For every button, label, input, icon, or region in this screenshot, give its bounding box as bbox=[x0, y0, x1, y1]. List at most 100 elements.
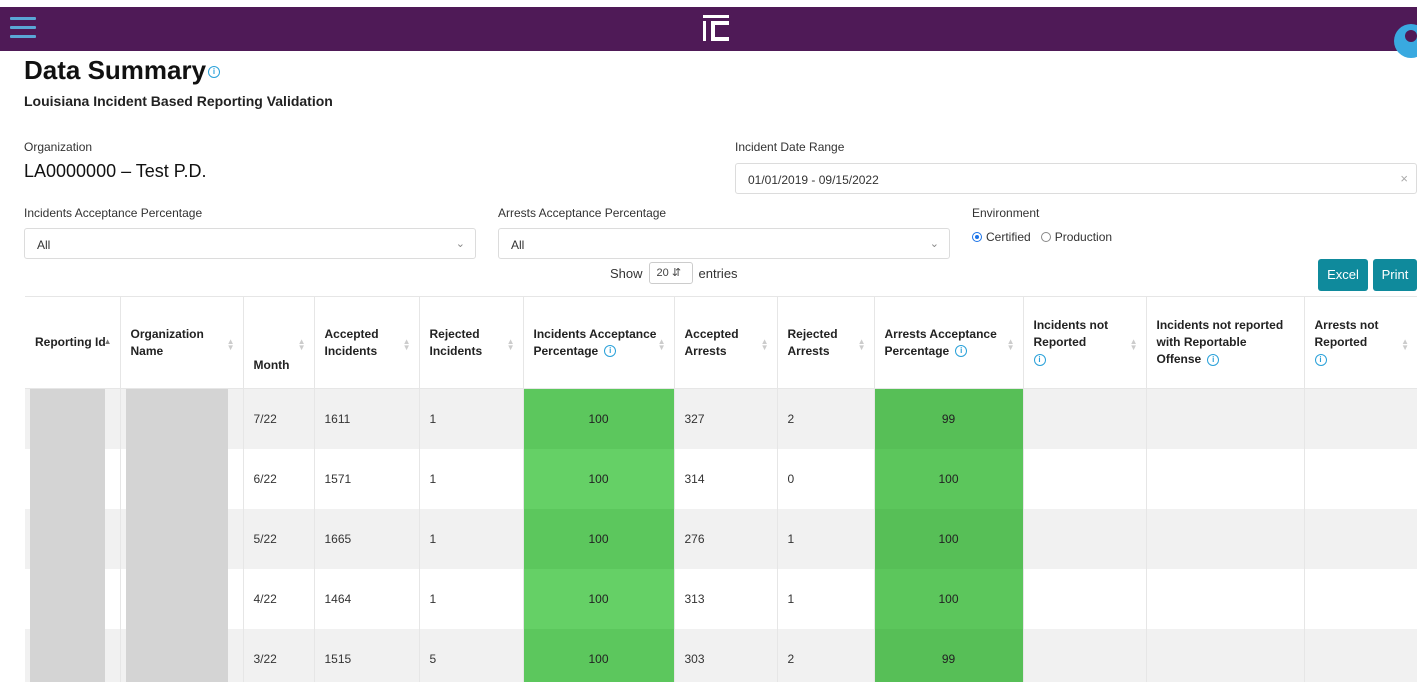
page-title: Data Summary bbox=[24, 55, 207, 85]
cell-rejected-arrests: 1 bbox=[776, 568, 874, 629]
header-month[interactable]: Month ▲ ▼ bbox=[242, 296, 314, 389]
redacted-block bbox=[30, 389, 105, 449]
cell-accepted-incidents: 1464 bbox=[313, 568, 419, 629]
clear-icon[interactable]: × bbox=[1400, 171, 1408, 186]
cell-incidents-pct: 100 bbox=[522, 388, 674, 449]
cell-rejected-incidents: 1 bbox=[418, 388, 523, 449]
header-label: Accepted Arrests bbox=[684, 326, 739, 358]
cell-accepted-arrests: 314 bbox=[673, 448, 777, 509]
cell-arrests-not-reported bbox=[1303, 448, 1417, 509]
sort-icon: ▲ ▼ bbox=[760, 337, 769, 352]
header-arrests-acceptance-pct[interactable]: Arrests Acceptance Percentage i ▲ ▼ bbox=[873, 296, 1023, 389]
entries-label: entries bbox=[698, 265, 738, 281]
header-accepted-incidents[interactable]: Accepted Incidents ▲ ▼ bbox=[313, 296, 419, 389]
cell-arrests-pct: 99 bbox=[873, 388, 1023, 449]
table-row: 3/22 1515 5 100 303 2 99 bbox=[25, 628, 1417, 682]
redacted-block bbox=[125, 568, 228, 629]
header-rejected-arrests[interactable]: Rejected Arrests ▲ ▼ bbox=[776, 296, 874, 389]
cell-incidents-not-reported bbox=[1022, 628, 1146, 682]
organization-name-cell bbox=[119, 508, 243, 569]
header-label: Arrests not Reported bbox=[1314, 318, 1379, 349]
page-subtitle: Louisiana Incident Based Reporting Valid… bbox=[24, 93, 333, 109]
redacted-block bbox=[30, 448, 105, 509]
user-avatar-icon[interactable] bbox=[1394, 24, 1417, 58]
cell-incidents-pct: 100 bbox=[522, 568, 674, 629]
redacted-block bbox=[125, 508, 228, 569]
ic-logo-icon[interactable] bbox=[701, 11, 731, 45]
header-reporting-id[interactable]: Reporting Id ▲ bbox=[25, 296, 120, 389]
cell-arrests-pct: 99 bbox=[873, 628, 1023, 682]
header-incidents-not-reported-offense[interactable]: Incidents not reported with Reportable O… bbox=[1145, 296, 1304, 389]
date-range-input[interactable]: 01/01/2019 - 09/15/2022 × bbox=[735, 163, 1417, 194]
info-icon[interactable]: i bbox=[1207, 353, 1220, 366]
cell-accepted-arrests: 327 bbox=[673, 388, 777, 449]
sort-icon: ▲ ▼ bbox=[1129, 337, 1138, 352]
arrests-pct-value: All bbox=[511, 238, 525, 252]
cell-rejected-incidents: 1 bbox=[418, 568, 523, 629]
table-row: 6/22 1571 1 100 314 0 100 bbox=[25, 448, 1417, 509]
header-label: Incidents Acceptance Percentage bbox=[533, 326, 657, 358]
header-accepted-arrests[interactable]: Accepted Arrests ▲ ▼ bbox=[673, 296, 777, 389]
page-length-value: 20 bbox=[656, 267, 669, 279]
cell-incidents-not-reported-offense bbox=[1145, 508, 1304, 569]
cell-incidents-not-reported-offense bbox=[1145, 448, 1304, 509]
sort-icon: ▲ ▼ bbox=[402, 337, 411, 352]
info-icon[interactable]: i bbox=[955, 345, 968, 358]
cell-accepted-incidents: 1665 bbox=[313, 508, 419, 569]
cell-arrests-not-reported bbox=[1303, 568, 1417, 629]
arrests-pct-select[interactable]: All ⌄ bbox=[498, 228, 950, 259]
menu-icon[interactable] bbox=[10, 17, 36, 39]
environment-label: Environment bbox=[972, 206, 1040, 220]
date-range-value: 01/01/2019 - 09/15/2022 bbox=[748, 173, 879, 187]
cell-rejected-arrests: 1 bbox=[776, 508, 874, 569]
cell-incidents-not-reported-offense bbox=[1145, 568, 1304, 629]
header-organization-name[interactable]: Organization Name ▲ ▼ bbox=[119, 296, 243, 389]
cell-arrests-pct: 100 bbox=[873, 508, 1023, 569]
header-incidents-acceptance-pct[interactable]: Incidents Acceptance Percentage i ▲ ▼ bbox=[522, 296, 674, 389]
data-summary-table: Reporting Id ▲ Organization Name ▲ ▼ Month ▲… bbox=[25, 296, 1417, 682]
sort-icon: ▲ ▼ bbox=[1006, 337, 1015, 352]
cell-arrests-pct: 100 bbox=[873, 448, 1023, 509]
cell-incidents-pct: 100 bbox=[522, 508, 674, 569]
sort-icon: ▲ ▼ bbox=[297, 337, 306, 352]
cell-rejected-arrests: 2 bbox=[776, 388, 874, 449]
cell-incidents-pct: 100 bbox=[522, 448, 674, 509]
arrests-pct-label: Arrests Acceptance Percentage bbox=[498, 206, 667, 220]
excel-button[interactable]: Excel bbox=[1318, 259, 1368, 291]
redacted-block bbox=[125, 448, 228, 509]
cell-rejected-arrests: 2 bbox=[776, 628, 874, 682]
sort-icon: ▲ ▼ bbox=[506, 337, 515, 352]
print-button[interactable]: Print bbox=[1373, 259, 1417, 291]
date-range-label: Incident Date Range bbox=[735, 140, 845, 154]
cell-arrests-not-reported bbox=[1303, 508, 1417, 569]
header-label: Rejected Incidents bbox=[429, 326, 483, 358]
cell-incidents-not-reported-offense bbox=[1145, 388, 1304, 449]
cell-incidents-not-reported bbox=[1022, 388, 1146, 449]
environment-radio-group: Certified Production bbox=[972, 230, 1122, 244]
header-label: Rejected Arrests bbox=[787, 326, 838, 358]
sort-icon: ▲ ▼ bbox=[1401, 337, 1409, 352]
cell-arrests-not-reported bbox=[1303, 628, 1417, 682]
radio-certified-label[interactable]: Certified bbox=[986, 230, 1031, 244]
header-rejected-incidents[interactable]: Rejected Incidents ▲ ▼ bbox=[418, 296, 523, 389]
info-icon[interactable]: i bbox=[604, 345, 617, 358]
radio-certified[interactable] bbox=[972, 232, 982, 242]
info-icon[interactable]: i bbox=[1033, 353, 1046, 366]
radio-production[interactable] bbox=[1040, 232, 1051, 242]
incidents-pct-value: All bbox=[37, 238, 51, 252]
sort-icon: ▲ bbox=[103, 337, 112, 346]
cell-rejected-incidents: 1 bbox=[418, 508, 523, 569]
cell-accepted-arrests: 303 bbox=[673, 628, 777, 682]
header-arrests-not-reported[interactable]: Arrests not Reported i ▲ ▼ bbox=[1303, 296, 1417, 389]
page-length-select[interactable]: 20 ⇵ bbox=[648, 262, 693, 284]
info-icon[interactable]: i bbox=[1314, 353, 1327, 366]
redacted-block bbox=[30, 628, 105, 682]
radio-production-label[interactable]: Production bbox=[1055, 230, 1112, 244]
show-label: Show bbox=[610, 265, 643, 281]
info-icon[interactable]: i bbox=[208, 66, 220, 78]
cell-accepted-incidents: 1515 bbox=[313, 628, 419, 682]
header-incidents-not-reported[interactable]: Incidents not Reported i ▲ ▼ bbox=[1022, 296, 1146, 389]
incidents-pct-select[interactable]: All ⌄ bbox=[24, 228, 476, 259]
organization-name-cell bbox=[119, 628, 243, 682]
cell-incidents-not-reported bbox=[1022, 568, 1146, 629]
